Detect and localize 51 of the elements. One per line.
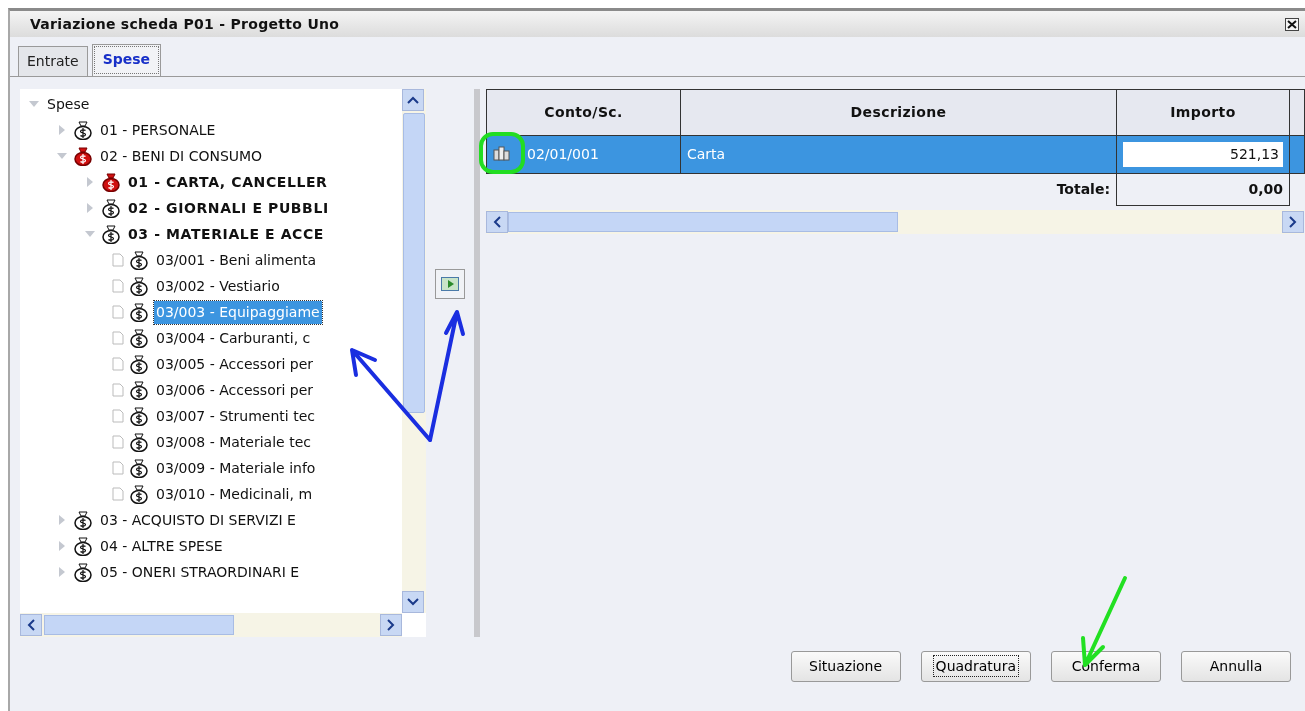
tree-item[interactable]: 03/006 - Accessori per	[154, 378, 316, 402]
document-icon	[112, 253, 124, 267]
tree-item[interactable]: 01 - PERSONALE	[98, 118, 218, 142]
tab[interactable]: Entrate	[18, 46, 88, 76]
tree-item[interactable]: 03/009 - Materiale info	[154, 456, 318, 480]
move-right-button[interactable]	[435, 269, 466, 299]
stack-icon	[493, 145, 511, 161]
window-title: Variazione scheda P01 - Progetto Uno	[30, 14, 340, 34]
column-header[interactable]: Descrizione	[680, 89, 1117, 136]
document-icon	[112, 357, 124, 371]
table-row[interactable]: 02/01/001 Carta 521,13	[486, 135, 1305, 174]
tree-item[interactable]: 01 - CARTA, CANCELLER	[126, 170, 330, 194]
tab[interactable]: Spese	[91, 44, 162, 76]
tree-item[interactable]: 03/004 - Carburanti, c	[154, 326, 313, 350]
scrollbar[interactable]	[402, 89, 427, 613]
tree-item[interactable]: 03/001 - Beni alimenta	[154, 248, 319, 272]
document-icon	[112, 305, 124, 319]
scrollbar[interactable]	[486, 210, 1304, 234]
table-cell: Carta	[680, 135, 1117, 174]
document-icon	[112, 487, 124, 501]
tree-item[interactable]: 04 - ALTRE SPESE	[98, 534, 225, 558]
amount-field[interactable]: 521,13	[1123, 142, 1283, 167]
scrollbar[interactable]	[20, 613, 403, 637]
tree-item[interactable]: 03/010 - Medicinali, m	[154, 482, 315, 506]
tree-item[interactable]: 03/005 - Accessori per	[154, 352, 316, 376]
total-label: Totale:	[1056, 181, 1110, 198]
column-header[interactable]: Conto/Sc.	[486, 89, 681, 136]
tree-item[interactable]: 02 - GIORNALI E PUBBLI	[126, 196, 331, 220]
highlight-ring	[479, 132, 525, 174]
document-icon	[112, 279, 124, 293]
document-icon	[112, 331, 124, 345]
table-cell: 02/01/001	[527, 146, 599, 162]
dialog-button[interactable]: Quadratura	[920, 651, 1031, 682]
tree-item[interactable]: 03 - ACQUISTO DI SERVIZI E	[98, 508, 298, 532]
document-icon	[112, 461, 124, 475]
document-icon	[112, 435, 124, 449]
total-value: 0,00	[1116, 173, 1290, 206]
tree-item[interactable]: 03/002 - Vestiario	[154, 274, 282, 298]
tree-item[interactable]: 03/008 - Materiale tec	[154, 430, 313, 454]
dialog-button[interactable]: Situazione	[790, 651, 901, 682]
document-icon	[112, 383, 124, 397]
tree-item[interactable]: 03 - MATERIALE E ACCE	[126, 222, 326, 246]
tree-item[interactable]: Spese	[45, 92, 92, 116]
dialog-button[interactable]: Annulla	[1181, 651, 1291, 682]
document-icon	[112, 409, 124, 423]
dialog-button[interactable]: Conferma	[1051, 651, 1161, 682]
column-header[interactable]: Importo	[1116, 89, 1290, 136]
tree-item[interactable]: 03/007 - Strumenti tec	[154, 404, 317, 428]
close-icon[interactable]	[1285, 17, 1299, 31]
tree-item[interactable]: 05 - ONERI STRAORDINARI E	[98, 560, 302, 584]
tree-item[interactable]: 02 - BENI DI CONSUMO	[98, 144, 265, 168]
